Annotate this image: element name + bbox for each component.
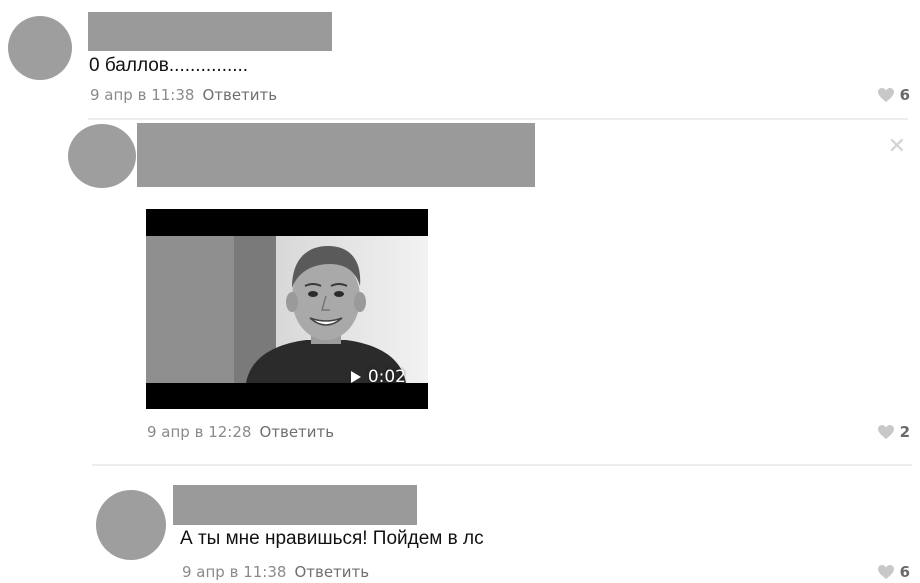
comment-meta: 9 апр в 12:28 Ответить [147, 422, 334, 442]
avatar[interactable] [8, 16, 72, 80]
comment-date[interactable]: 9 апр в 11:38 [182, 563, 286, 581]
divider [88, 118, 908, 120]
author-name-redacted[interactable] [173, 485, 417, 525]
heart-icon [877, 565, 894, 579]
comment-text: А ты мне нравишься! Пойдем в лс [180, 528, 484, 549]
like-button[interactable]: 6 [877, 86, 910, 104]
comment-date[interactable]: 9 апр в 12:28 [147, 423, 251, 441]
play-icon [350, 371, 361, 383]
author-name-redacted[interactable] [137, 123, 535, 187]
comment-meta: 9 апр в 11:38 Ответить [90, 85, 277, 105]
video-duration: 0:02 [350, 367, 406, 387]
like-count: 6 [899, 86, 910, 104]
heart-icon [877, 88, 894, 102]
close-icon[interactable]: ✕ [888, 136, 906, 158]
reply-button[interactable]: Ответить [259, 423, 334, 441]
comment-text: 0 баллов............... [89, 55, 249, 76]
video-person-image [246, 246, 406, 383]
video-thumbnail [146, 236, 428, 383]
video-attachment[interactable]: 0:02 [146, 209, 428, 409]
heart-icon [877, 425, 894, 439]
author-name-redacted[interactable] [88, 12, 332, 51]
reply-button[interactable]: Ответить [294, 563, 369, 581]
divider [92, 464, 912, 466]
like-count: 6 [899, 563, 910, 581]
comment-meta: 9 апр в 11:38 Ответить [182, 562, 369, 582]
like-count: 2 [899, 423, 910, 441]
reply-button[interactable]: Ответить [202, 86, 277, 104]
avatar[interactable] [96, 490, 166, 560]
like-button[interactable]: 2 [877, 423, 910, 441]
avatar[interactable] [68, 124, 136, 188]
comment-date[interactable]: 9 апр в 11:38 [90, 86, 194, 104]
like-button[interactable]: 6 [877, 563, 910, 581]
